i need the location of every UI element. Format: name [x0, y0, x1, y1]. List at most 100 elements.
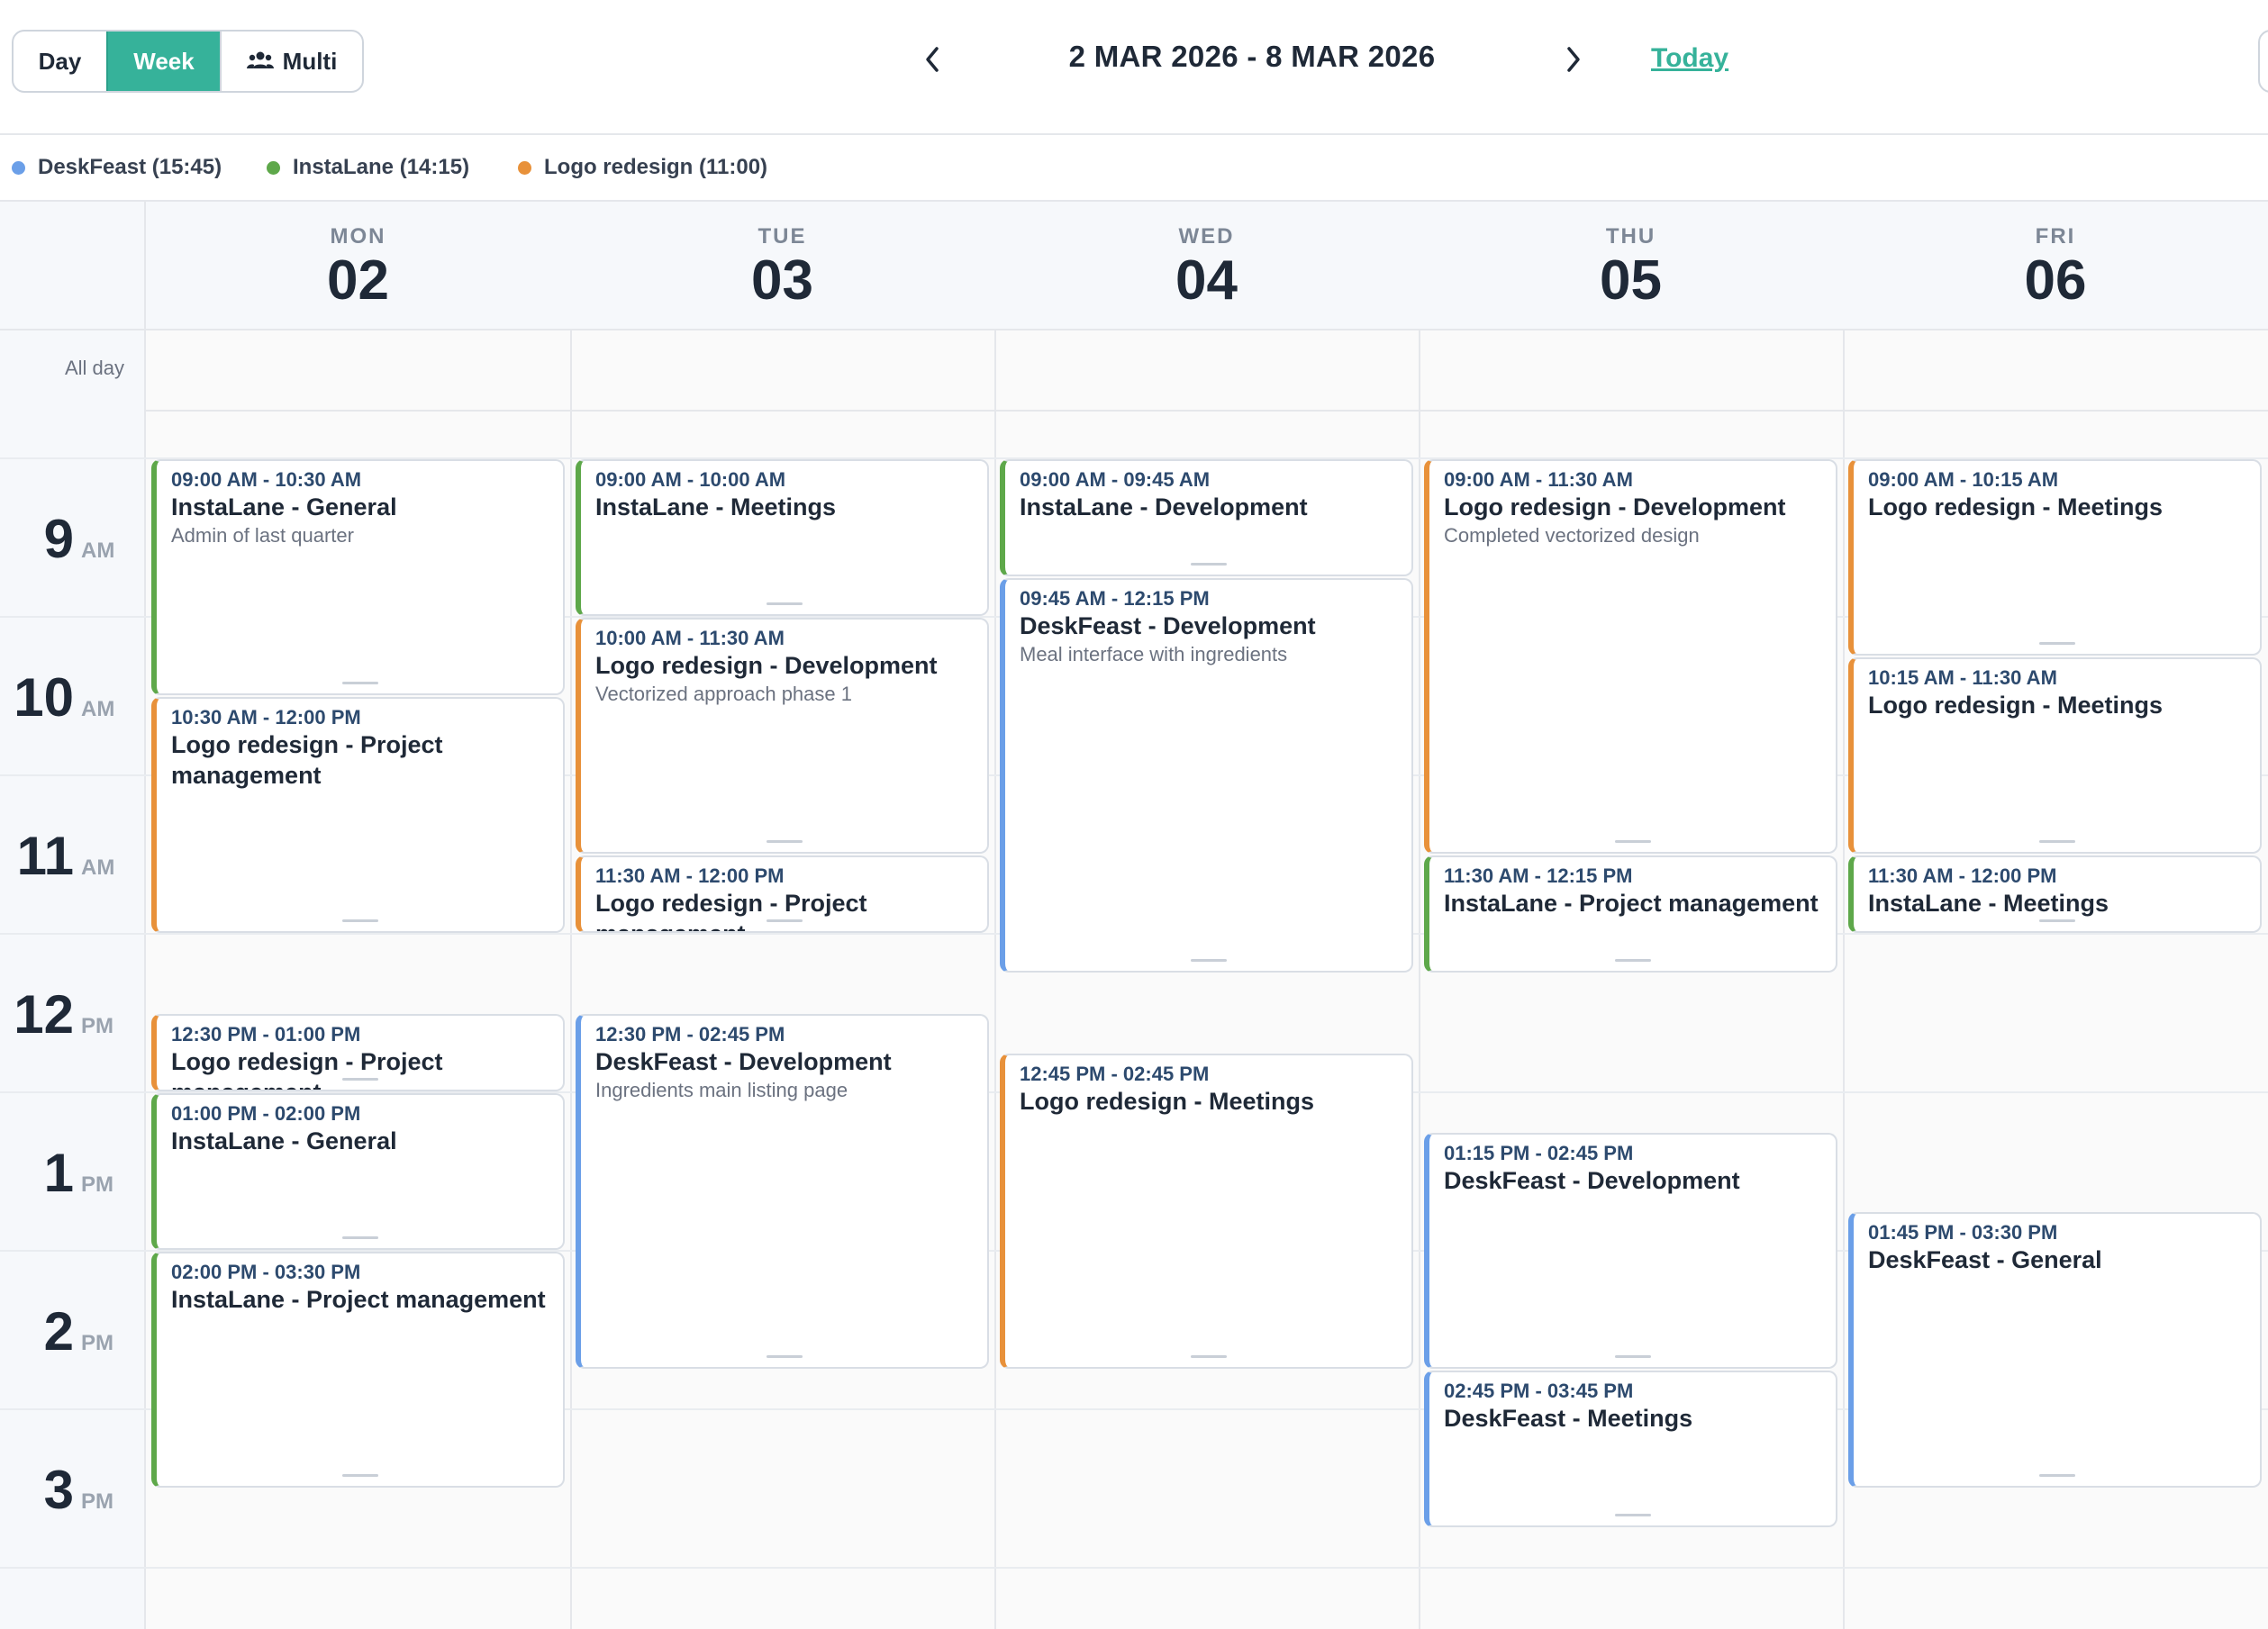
- project-legend: DeskFeast (15:45) InstaLane (14:15) Logo…: [0, 135, 2268, 202]
- previous-week-button[interactable]: [912, 40, 952, 79]
- event-card[interactable]: 12:30 PM - 02:45 PM DeskFeast - Developme…: [576, 1014, 989, 1369]
- event-description: Admin of last quarter: [171, 524, 354, 547]
- event-time: 11:30 AM - 12:00 PM: [595, 864, 785, 887]
- legend-dot: [518, 160, 531, 175]
- event-description: Vectorized approach phase 1: [595, 683, 852, 705]
- resize-handle[interactable]: [2038, 919, 2075, 922]
- multi-view-label: Multi: [282, 47, 338, 75]
- resize-handle[interactable]: [1190, 1355, 1227, 1358]
- event-card[interactable]: 09:45 AM - 12:15 PM DeskFeast - Developme…: [1000, 578, 1413, 973]
- day-view-button[interactable]: Day: [14, 32, 106, 91]
- event-title: Logo redesign - Development: [595, 652, 938, 679]
- column-divider: [994, 330, 996, 1629]
- resize-handle[interactable]: [766, 1355, 803, 1358]
- resize-handle[interactable]: [341, 1236, 378, 1239]
- all-day-row[interactable]: [146, 330, 2268, 412]
- hour-label-10am: 10 AM: [0, 666, 144, 729]
- day-number: 05: [1600, 249, 1662, 312]
- day-header-wed[interactable]: WED 04: [994, 202, 1420, 330]
- hour-label-11am: 11 AM: [0, 825, 144, 887]
- event-card[interactable]: 11:30 AM - 12:15 PM InstaLane - Project m…: [1424, 855, 1837, 973]
- hour-number: 2: [43, 1301, 74, 1362]
- event-card[interactable]: 01:45 PM - 03:30 PM DeskFeast - General: [1848, 1212, 2262, 1488]
- event-card[interactable]: 09:00 AM - 10:15 AM Logo redesign - Meeti…: [1848, 459, 2262, 656]
- day-number: 02: [327, 249, 389, 312]
- event-title: InstaLane - General: [171, 493, 397, 520]
- event-title: Logo redesign - Meetings: [1868, 692, 2164, 719]
- day-number: 06: [2024, 249, 2087, 312]
- legend-item-logo-redesign[interactable]: Logo redesign (11:00): [518, 155, 767, 180]
- legend-item-instalane[interactable]: InstaLane (14:15): [267, 155, 469, 180]
- toolbar-menu-button[interactable]: [2258, 30, 2268, 93]
- event-description: Ingredients main listing page: [595, 1079, 848, 1101]
- resize-handle[interactable]: [1190, 563, 1227, 566]
- event-card[interactable]: 10:00 AM - 11:30 AM Logo redesign - Devel…: [576, 618, 989, 854]
- event-card[interactable]: 11:30 AM - 12:00 PM Logo redesign - Proje…: [576, 855, 989, 933]
- event-card[interactable]: 02:45 PM - 03:45 PM DeskFeast - Meetings: [1424, 1371, 1837, 1527]
- date-range-title: 2 MAR 2026 - 8 MAR 2026: [1068, 40, 1436, 73]
- event-card[interactable]: 09:00 AM - 10:30 AM InstaLane - General Ad…: [151, 459, 565, 695]
- hour-number: 12: [14, 984, 74, 1045]
- resize-handle[interactable]: [766, 919, 803, 922]
- multi-view-button[interactable]: Multi: [222, 32, 362, 91]
- day-header-thu[interactable]: THU 05: [1419, 202, 1845, 330]
- event-title: Logo redesign - Meetings: [1868, 493, 2164, 520]
- resize-handle[interactable]: [2038, 1474, 2075, 1477]
- event-card[interactable]: 02:00 PM - 03:30 PM InstaLane - Project m…: [151, 1252, 565, 1488]
- resize-handle[interactable]: [1614, 1514, 1651, 1516]
- resize-handle[interactable]: [341, 1078, 378, 1081]
- week-view-button[interactable]: Week: [106, 32, 222, 91]
- resize-handle[interactable]: [1614, 959, 1651, 962]
- next-week-button[interactable]: [1554, 40, 1593, 79]
- day-name: FRI: [2035, 224, 2076, 249]
- event-title: DeskFeast - General: [1868, 1246, 2102, 1273]
- event-card[interactable]: 12:30 PM - 01:00 PM Logo redesign - Proje…: [151, 1014, 565, 1091]
- event-title: Logo redesign - Project management: [595, 890, 867, 931]
- event-description: Meal interface with ingredients: [1020, 643, 1288, 665]
- hour-period: AM: [81, 855, 115, 880]
- day-header-fri[interactable]: FRI 06: [1843, 202, 2268, 330]
- event-time: 11:30 AM - 12:15 PM: [1444, 864, 1633, 887]
- resize-handle[interactable]: [1190, 959, 1227, 962]
- hour-number: 1: [43, 1143, 74, 1203]
- event-card[interactable]: 09:00 AM - 10:00 AM InstaLane - Meetings: [576, 459, 989, 616]
- resize-handle[interactable]: [766, 840, 803, 843]
- event-time: 10:00 AM - 11:30 AM: [595, 627, 785, 649]
- event-time: 09:00 AM - 10:00 AM: [595, 468, 786, 491]
- resize-handle[interactable]: [341, 919, 378, 922]
- day-name: MON: [330, 224, 386, 249]
- event-card[interactable]: 09:00 AM - 09:45 AM InstaLane - Developme…: [1000, 459, 1413, 576]
- event-card[interactable]: 11:30 AM - 12:00 PM InstaLane - Meetings: [1848, 855, 2262, 933]
- column-divider: [1843, 330, 1845, 1629]
- event-card[interactable]: 01:15 PM - 02:45 PM DeskFeast - Developme…: [1424, 1133, 1837, 1369]
- users-icon: [246, 51, 274, 68]
- legend-item-deskfeast[interactable]: DeskFeast (15:45): [12, 155, 222, 180]
- resize-handle[interactable]: [2038, 642, 2075, 645]
- resize-handle[interactable]: [766, 602, 803, 605]
- resize-handle[interactable]: [341, 1474, 378, 1477]
- column-divider: [1419, 330, 1420, 1629]
- hour-period: AM: [81, 697, 115, 721]
- event-description: Completed vectorized design: [1444, 524, 1700, 547]
- event-card[interactable]: 01:00 PM - 02:00 PM InstaLane - General: [151, 1093, 565, 1250]
- column-divider: [570, 330, 572, 1629]
- resize-handle[interactable]: [341, 682, 378, 684]
- day-name: THU: [1605, 224, 1656, 249]
- event-card[interactable]: 12:45 PM - 02:45 PM Logo redesign - Meeti…: [1000, 1054, 1413, 1369]
- today-link[interactable]: Today: [1651, 43, 1728, 74]
- day-header-tue[interactable]: TUE 03: [570, 202, 996, 330]
- event-card[interactable]: 09:00 AM - 11:30 AM Logo redesign - Devel…: [1424, 459, 1837, 854]
- day-name: TUE: [758, 224, 807, 249]
- event-time: 12:30 PM - 01:00 PM: [171, 1023, 361, 1045]
- legend-dot: [12, 160, 25, 175]
- hour-period: PM: [81, 1172, 113, 1197]
- event-card[interactable]: 10:15 AM - 11:30 AM Logo redesign - Meeti…: [1848, 657, 2262, 854]
- week-calendar: MON 02 TUE 03 WED 04 THU 05 FRI 06 All d…: [0, 202, 2268, 1629]
- resize-handle[interactable]: [1614, 840, 1651, 843]
- header-corner: [0, 202, 144, 330]
- day-header-mon[interactable]: MON 02: [146, 202, 572, 330]
- resize-handle[interactable]: [1614, 1355, 1651, 1358]
- event-card[interactable]: 10:30 AM - 12:00 PM Logo redesign - Proje…: [151, 697, 565, 933]
- event-time: 09:00 AM - 11:30 AM: [1444, 468, 1633, 491]
- resize-handle[interactable]: [2038, 840, 2075, 843]
